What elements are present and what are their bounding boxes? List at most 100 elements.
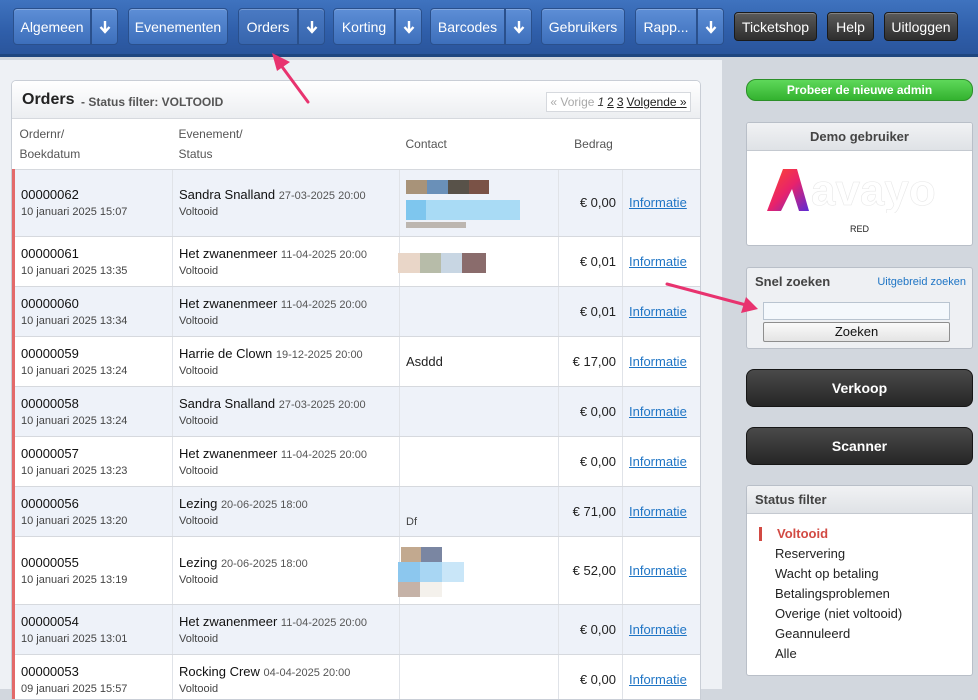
event-date: 27-03-2025 20:00 xyxy=(278,190,366,202)
contact-text: Df xyxy=(406,515,417,528)
order-status: Voltooid xyxy=(179,514,219,527)
status-filter-wacht-op-betaling[interactable]: Wacht op betaling xyxy=(759,564,902,584)
event-cell: Rocking Crew 04-04-2025 20:00 Voltooid xyxy=(172,654,400,699)
pagination-page-3[interactable]: 3 xyxy=(617,95,624,109)
sidebar: Probeer de nieuwe admin Demo gebruiker a… xyxy=(722,60,978,689)
order-number: 00000060 xyxy=(21,295,79,311)
nav-korting-dropdown[interactable] xyxy=(395,8,422,45)
ticketshop-button[interactable]: Ticketshop xyxy=(734,12,817,41)
event-name: Sandra Snalland xyxy=(179,187,276,202)
order-status: Voltooid xyxy=(179,364,219,377)
nav-algemeen-button[interactable]: Algemeen xyxy=(13,8,91,45)
event-name: Lezing xyxy=(179,495,218,511)
pagination-next[interactable]: Volgende » xyxy=(627,95,687,109)
status-filter-betalingsproblemen[interactable]: Betalingsproblemen xyxy=(759,584,902,604)
pagination-page-2[interactable]: 2 xyxy=(607,95,614,109)
info-link[interactable]: Informatie xyxy=(629,254,687,269)
status-filter-reservering[interactable]: Reservering xyxy=(759,544,902,564)
status-filter-alle[interactable]: Alle xyxy=(759,644,902,664)
event-cell: Het zwanenmeer 11-04-2025 20:00 Voltooid xyxy=(172,236,400,287)
info-link[interactable]: Informatie xyxy=(629,304,687,319)
order-date: 10 januari 2025 13:35 xyxy=(21,264,128,277)
order-status: Voltooid xyxy=(179,573,219,586)
order-date: 10 januari 2025 13:24 xyxy=(21,414,128,427)
search-button[interactable]: Zoeken xyxy=(763,322,950,342)
scanner-button[interactable]: Scanner xyxy=(746,427,973,465)
event-date: 11-04-2025 20:00 xyxy=(280,448,367,461)
table-row: 00000062 10 januari 2025 15:07 Sandra Sna… xyxy=(12,169,700,237)
pagination-prev: « Vorige xyxy=(550,95,595,109)
order-cell: 00000062 10 januari 2025 15:07 xyxy=(12,169,173,237)
nav-barcodes-button[interactable]: Barcodes xyxy=(430,8,505,45)
demo-user-box: Demo gebruiker avayo RED xyxy=(746,122,973,246)
event-date: 19-12-2025 20:00 xyxy=(275,348,363,361)
info-link[interactable]: Informatie xyxy=(629,195,687,210)
order-status: Voltooid xyxy=(179,264,219,277)
arrow-down-icon xyxy=(705,20,716,34)
nav-orders-dropdown[interactable] xyxy=(298,8,325,45)
advanced-search-link[interactable]: Uitgebreid zoeken xyxy=(877,276,966,288)
amount-cell: € 0,00 xyxy=(558,169,623,237)
info-link[interactable]: Informatie xyxy=(629,454,687,469)
nav-algemeen-dropdown[interactable] xyxy=(91,8,118,45)
header-event-line1: Evenement/ xyxy=(178,126,243,141)
verkoop-button[interactable]: Verkoop xyxy=(746,369,973,407)
order-cell: 00000053 09 januari 2025 15:57 xyxy=(12,654,173,699)
main-content: Orders - Status filter: VOLTOOID « Vorig… xyxy=(0,60,722,700)
action-cell: Informatie xyxy=(622,654,700,699)
order-date: 10 januari 2025 13:24 xyxy=(21,364,128,377)
search-input[interactable] xyxy=(763,302,950,320)
header-order-line2: Boekdatum xyxy=(19,146,81,161)
nav-korting-button[interactable]: Korting xyxy=(333,8,395,45)
event-date: 11-04-2025 20:00 xyxy=(280,616,367,629)
nav-group-korting: Korting xyxy=(333,8,422,45)
status-filter-voltooid[interactable]: Voltooid xyxy=(759,524,902,544)
info-link[interactable]: Informatie xyxy=(629,504,687,519)
info-link[interactable]: Informatie xyxy=(629,563,687,578)
logo-subtitle: RED xyxy=(849,224,869,234)
status-filter-geannuleerd[interactable]: Geannuleerd xyxy=(759,624,902,644)
amount-cell: € 17,00 xyxy=(558,336,623,387)
nav-evenementen-button[interactable]: Evenementen xyxy=(128,8,228,45)
event-cell: Het zwanenmeer 11-04-2025 20:00 Voltooid xyxy=(172,286,400,337)
event-date: 20-06-2025 18:00 xyxy=(220,557,308,570)
demo-user-title: Demo gebruiker xyxy=(747,123,972,151)
status-filter-overige[interactable]: Overige (niet voltooid) xyxy=(759,604,902,624)
contact-cell xyxy=(399,169,559,237)
nav-rapportages-button[interactable]: Rapp... xyxy=(635,8,697,45)
amount-cell: € 0,00 xyxy=(558,386,623,437)
table-row: 00000053 09 januari 2025 15:57 Rocking Cr… xyxy=(12,654,700,699)
event-name: Sandra Snalland xyxy=(179,395,276,411)
header-order-line1: Ordernr/ xyxy=(19,126,65,141)
info-link[interactable]: Informatie xyxy=(629,622,687,637)
event-name: Harrie de Clown xyxy=(179,345,273,361)
table-row: 00000058 10 januari 2025 13:24 Sandra Sna… xyxy=(12,386,700,437)
order-cell: 00000061 10 januari 2025 13:35 xyxy=(12,236,173,287)
amount-cell: € 71,00 xyxy=(558,486,623,537)
nav-group-gebruikers: Gebruikers xyxy=(541,8,625,45)
logout-button[interactable]: Uitloggen xyxy=(884,12,958,41)
order-date: 10 januari 2025 13:19 xyxy=(21,573,128,586)
arrow-down-icon xyxy=(99,20,110,34)
nav-orders-button[interactable]: Orders xyxy=(238,8,298,45)
order-number: 00000058 xyxy=(21,395,79,411)
info-link[interactable]: Informatie xyxy=(629,672,687,687)
info-link[interactable]: Informatie xyxy=(629,404,687,419)
nav-rapportages-dropdown[interactable] xyxy=(697,8,724,45)
nav-group-help: Help xyxy=(827,12,874,41)
amount-cell: € 0,00 xyxy=(558,654,623,699)
event-cell: Lezing 20-06-2025 18:00 Voltooid xyxy=(172,536,400,605)
event-name: Het zwanenmeer xyxy=(179,245,278,261)
header-amount: Bedrag xyxy=(558,119,623,170)
help-button[interactable]: Help xyxy=(827,12,874,41)
event-cell: Het zwanenmeer 11-04-2025 20:00 Voltooid xyxy=(172,436,400,487)
table-row: 00000057 10 januari 2025 13:23 Het zwanen… xyxy=(12,436,700,487)
nav-barcodes-dropdown[interactable] xyxy=(505,8,532,45)
orders-panel: Orders - Status filter: VOLTOOID « Vorig… xyxy=(11,80,701,700)
try-new-admin-button[interactable]: Probeer de nieuwe admin xyxy=(746,79,973,101)
status-filter-label: - Status filter: VOLTOOID xyxy=(81,95,224,109)
contact-cell xyxy=(399,286,559,337)
nav-gebruikers-button[interactable]: Gebruikers xyxy=(541,8,625,45)
info-link[interactable]: Informatie xyxy=(629,354,687,369)
nav-group-rapportages: Rapp... xyxy=(635,8,724,45)
